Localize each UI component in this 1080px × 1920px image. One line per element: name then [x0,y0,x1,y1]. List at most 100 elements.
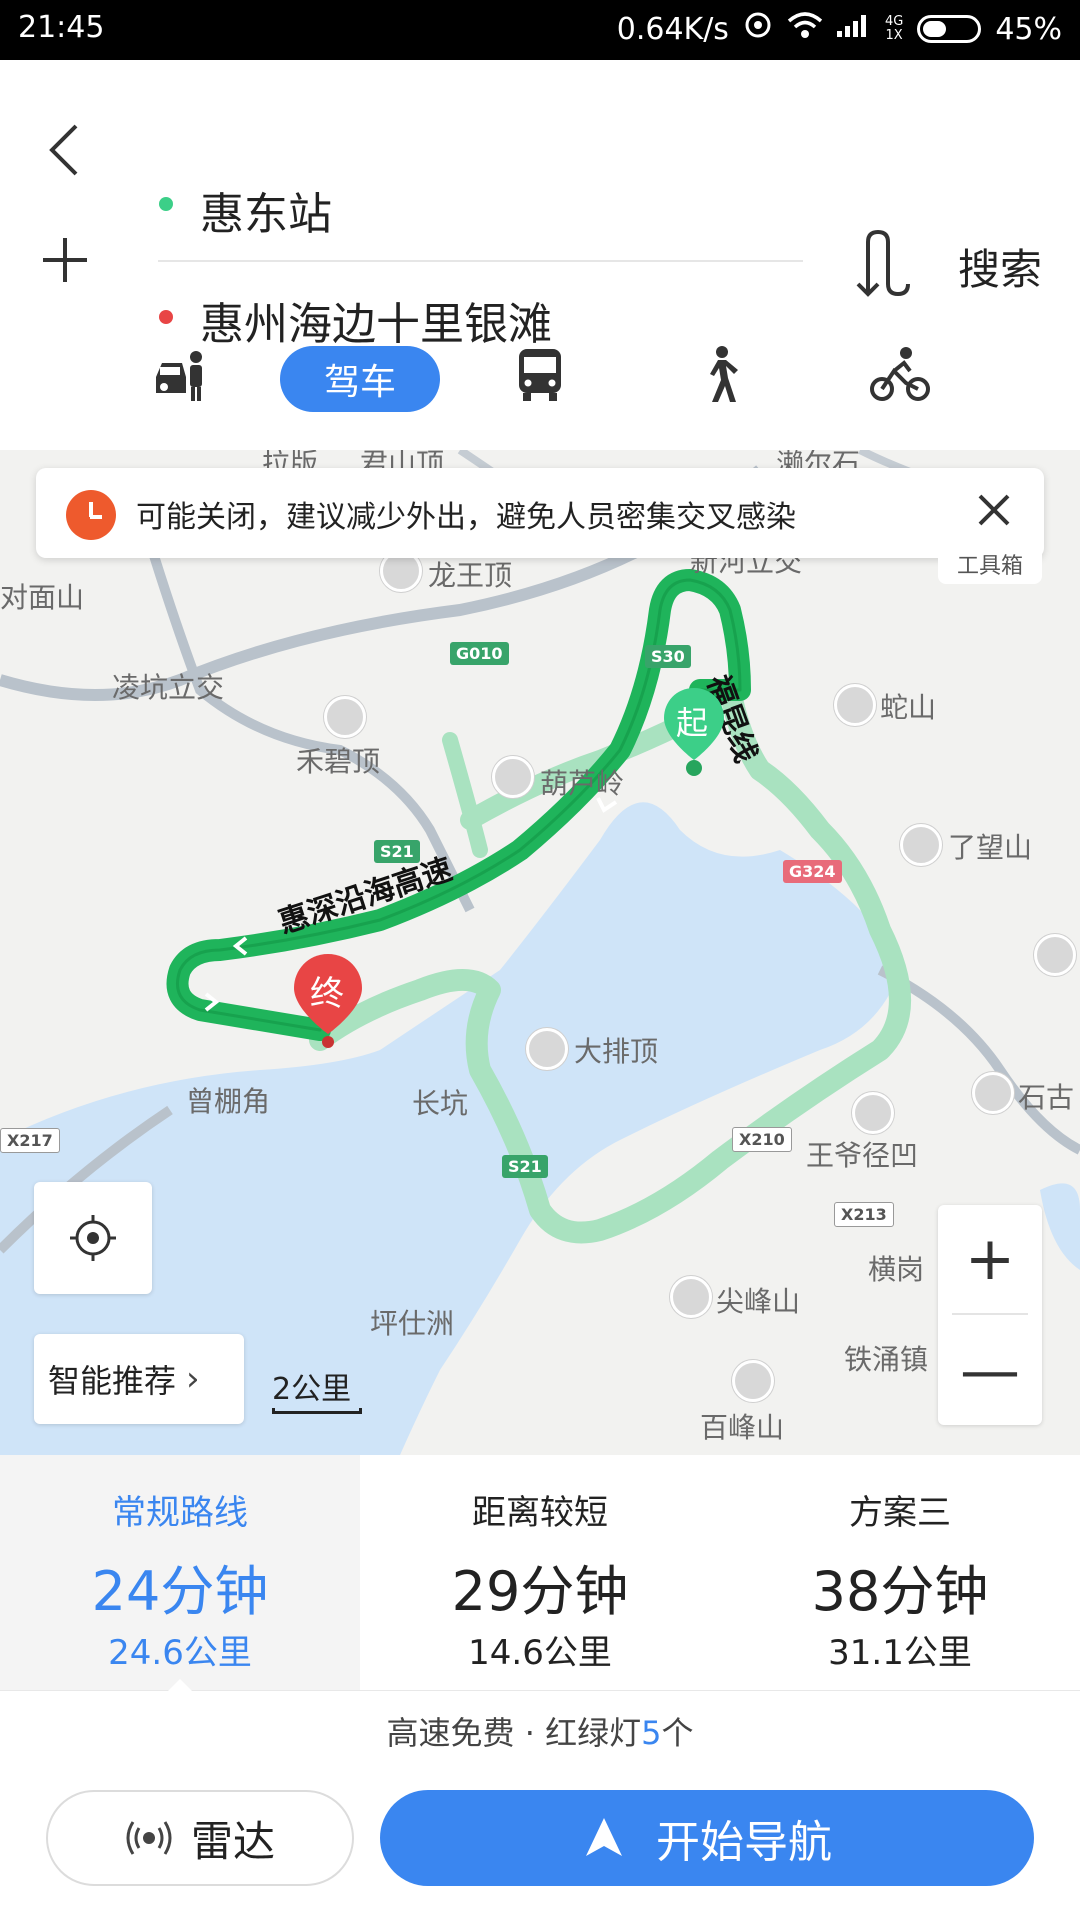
shield-s30: S30 [645,645,691,668]
network-type-1x: 1X [885,28,903,43]
poi-icon [526,1028,568,1070]
map-label: 曾棚角 [186,1085,271,1118]
poi-icon [972,1072,1014,1114]
input-divider [158,260,803,262]
mode-taxi-tab[interactable] [150,340,210,410]
shield-x210: X210 [732,1127,792,1152]
mode-drive-tab[interactable]: 驾车 [280,346,440,412]
destination-dot [159,310,173,324]
route-name: 常规路线 [112,1493,248,1533]
map-label: 大排顶 [574,1035,659,1068]
poi-icon [324,696,366,738]
back-button[interactable] [40,120,90,180]
status-time: 21:45 [18,10,105,45]
map-label: 蛇山 [880,691,937,724]
status-bar: 21:45 0.64K/s 4G 1X 45% [0,0,1080,60]
battery-percent: 45% [995,11,1062,47]
poi-icon [732,1360,774,1402]
map-label: 对面山 [0,581,85,614]
map-label: 横岗 [868,1253,925,1286]
map-label: 葫芦岭 [540,767,625,800]
network-type: 4G 1X [885,15,903,43]
route-option-2[interactable]: 距离较短 29分钟 14.6公里 [360,1455,720,1690]
shield-s21-b: S21 [502,1155,548,1178]
mode-bike-tab[interactable] [870,340,930,410]
route-name: 方案三 [849,1493,951,1533]
smart-recommend-button[interactable]: 智能推荐 › [34,1334,244,1424]
notice-text: 可能关闭，建议减少外出，避免人员密集交叉感染 [136,500,796,535]
map-label: 凌坑立交 [112,671,225,704]
start-marker-label: 起 [676,704,709,742]
selection-indicator [168,1679,192,1691]
clock-icon [66,490,116,540]
mode-walk-tab[interactable] [690,340,750,410]
taxi-icon [156,351,202,401]
origin-input[interactable]: 惠东站 [200,178,332,242]
zoom-divider [952,1313,1028,1315]
map-label: 百峰山 [700,1411,785,1444]
poi-icon [852,1092,894,1134]
route-option-1[interactable]: 常规路线 24分钟 24.6公里 [0,1455,360,1691]
poi-icon [834,684,876,726]
start-navigation-button[interactable]: 开始导航 [380,1790,1034,1886]
bus-icon [519,349,561,401]
locate-button[interactable] [34,1182,152,1294]
map-label: 长坑 [412,1087,469,1120]
battery-fill [923,21,947,37]
map-label: 石古 [1018,1081,1075,1114]
route-distance: 14.6公里 [468,1633,612,1673]
close-icon [978,494,1010,526]
wifi-icon [787,11,823,47]
route-option-3[interactable]: 方案三 38分钟 31.1公里 [720,1455,1080,1690]
swap-icon [856,229,910,297]
route-options: 常规路线 24分钟 24.6公里 距离较短 29分钟 14.6公里 方案三 38… [0,1455,1080,1691]
zoom-out-button[interactable]: — [938,1317,1042,1425]
mode-bus-tab[interactable] [510,340,570,410]
map-label: 龙王顶 [428,559,513,592]
traffic-light-count: 5 [641,1714,662,1752]
radar-icon [126,1821,172,1855]
map-label: 坪仕洲 [370,1307,455,1340]
navigation-arrow-icon [586,1818,622,1856]
origin-dot [159,197,173,211]
route-distance: 31.1公里 [828,1633,972,1673]
network-speed: 0.64K/s [616,11,729,47]
walk-icon [710,346,738,402]
close-button[interactable] [972,488,1016,532]
poi-icon [492,756,534,798]
route-time: 29分钟 [451,1560,629,1623]
shield-x213: X213 [834,1202,894,1227]
shield-g010: G010 [450,642,509,665]
map-label: 了望山 [948,831,1033,864]
radar-button[interactable]: 雷达 [46,1790,354,1886]
add-waypoint-button[interactable] [40,230,90,290]
search-button[interactable]: 搜索 [958,236,1042,297]
crosshair-icon [70,1215,116,1261]
chevron-right-icon: › [186,1359,200,1399]
hotspot-icon [743,10,773,48]
zoom-in-button[interactable]: + [938,1205,1042,1313]
poi-icon [670,1276,712,1318]
end-marker: 终 [292,952,364,1048]
shield-g324: G324 [783,860,842,883]
transport-modes: 驾车 [0,340,1080,440]
back-arrow-icon [49,124,78,176]
radar-label: 雷达 [190,1816,275,1866]
swap-button[interactable] [850,228,910,298]
route-distance: 24.6公里 [108,1633,252,1673]
notice-banner[interactable]: 可能关闭，建议减少外出，避免人员密集交叉感染 [36,468,1044,558]
network-type-4g: 4G [884,14,904,29]
toolbox-button[interactable]: 工具箱 [938,548,1042,584]
status-indicators: 0.64K/s 4G 1X 45% [617,10,1062,48]
map-label: 铁涌镇 [844,1343,929,1376]
route-time: 38分钟 [811,1560,989,1623]
route-info-prefix: 高速免费 · 红绿灯 [386,1714,642,1752]
signal-icon [836,11,871,47]
map-view[interactable]: G010 S30 S21 G324 S21 X210 X213 X217 拉版 … [0,450,1080,1455]
map-label: 尖峰山 [716,1285,801,1318]
route-time: 24分钟 [91,1560,269,1623]
route-info-suffix: 个 [661,1714,694,1752]
map-base [0,450,1080,1455]
map-scale-label: 2公里 [272,1372,352,1407]
plus-icon [43,238,87,282]
